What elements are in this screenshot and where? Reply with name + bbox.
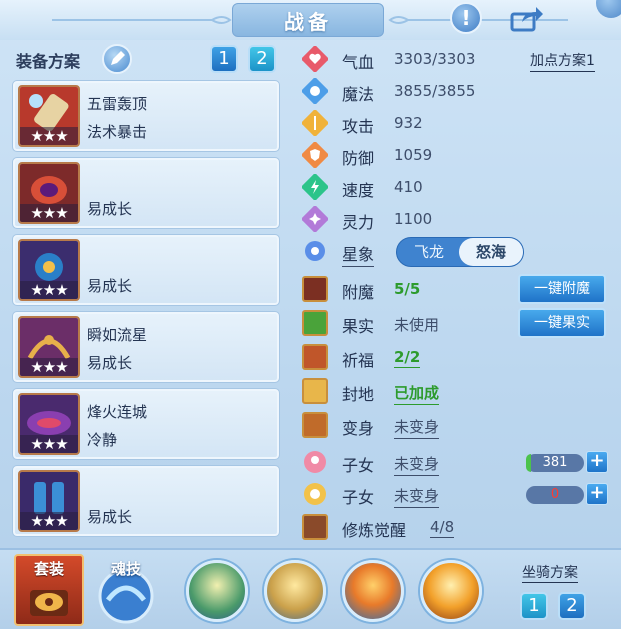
equipment-helmet-icon: ★★★ xyxy=(18,162,80,224)
skill-orb-2[interactable] xyxy=(264,560,326,622)
spirit-icon xyxy=(302,206,328,232)
page-title: 战备 xyxy=(232,3,384,37)
fruit-icon xyxy=(302,310,328,336)
star-rating: ★★★ xyxy=(20,512,78,530)
extra-transform: 变身 未变身 xyxy=(300,410,620,440)
child-add-button[interactable]: + xyxy=(586,483,608,505)
star-rating: ★★★ xyxy=(20,281,78,299)
stat-mp: 魔法 3855/3855 xyxy=(300,76,620,106)
plan-trait: 易成长 xyxy=(87,354,133,372)
skill-orb-4[interactable] xyxy=(420,560,482,622)
mount-scheme-button-1[interactable]: 1 xyxy=(520,592,548,620)
cultivation-icon xyxy=(302,514,328,540)
extra-bless: 祈福 2/2 xyxy=(300,342,620,372)
equipment-plan-4[interactable]: ★★★ 瞬如流星 易成长 xyxy=(12,311,280,383)
star-option-feilong[interactable]: 飞龙 xyxy=(397,238,461,266)
plan-trait: 易成长 xyxy=(87,277,133,295)
extra-child-2: 子女 未变身 0 + xyxy=(300,479,620,509)
extra-child-1: 子女 未变身 381 + xyxy=(300,447,620,477)
scheme-button-1[interactable]: 1 xyxy=(210,45,238,73)
title-bar: 战备 ! xyxy=(0,0,621,40)
skill-orb-1[interactable] xyxy=(186,560,248,622)
suit-button[interactable]: 套装 xyxy=(14,554,84,626)
plan-effect: 五雷轰顶 xyxy=(87,95,148,113)
shield-icon xyxy=(302,142,328,168)
plan-trait: 法术暴击 xyxy=(87,123,148,141)
soul-skill-button[interactable]: 魂技 xyxy=(94,556,158,624)
star-rating: ★★★ xyxy=(20,435,78,453)
equipment-armor-icon: ★★★ xyxy=(18,393,80,455)
equipment-necklace-icon: ★★★ xyxy=(18,239,80,301)
star-option-nuhai[interactable]: 怒海 xyxy=(459,238,523,266)
child-sun-icon xyxy=(304,483,326,505)
star-rating: ★★★ xyxy=(20,358,78,376)
extra-fruit: 果实 未使用 一键果实 xyxy=(300,308,620,338)
treasure-chest-icon xyxy=(30,590,68,616)
equipment-scheme-header: 装备方案 xyxy=(16,46,80,74)
stat-defense: 防御 1059 xyxy=(300,140,620,170)
stat-speed: 速度 410 xyxy=(300,172,620,202)
equipment-plan-list: ★★★ 五雷轰顶 法术暴击 ★★★ 易成长 ★★★ 易成长 ★★★ 瞬如流星 易… xyxy=(12,80,282,542)
equipment-plan-1[interactable]: ★★★ 五雷轰顶 法术暴击 xyxy=(12,80,280,152)
title-ornament-left-icon xyxy=(52,16,232,24)
pencil-icon xyxy=(111,51,125,65)
stat-attack: 攻击 932 xyxy=(300,108,620,138)
sword-icon xyxy=(302,110,328,136)
heart-icon xyxy=(302,46,328,72)
equipment-boots-icon: ★★★ xyxy=(18,470,80,532)
plan-trait: 易成长 xyxy=(87,508,133,526)
extra-cultivation: 修炼觉醒 4/8 xyxy=(300,512,620,542)
equipment-weapon-icon: ★★★ xyxy=(18,85,80,147)
child-counter: 381 xyxy=(526,454,584,472)
star-rating: ★★★ xyxy=(20,204,78,222)
equipment-plan-2[interactable]: ★★★ 易成长 xyxy=(12,157,280,229)
plan-trait: 冷静 xyxy=(87,431,118,449)
star-toggle[interactable]: 飞龙 怒海 xyxy=(396,237,524,267)
stat-star: 星象 飞龙 怒海 xyxy=(300,236,620,267)
point-plan-link[interactable]: 加点方案1 xyxy=(530,50,595,72)
child-add-button[interactable]: + xyxy=(586,451,608,473)
extra-enchant: 附魔 5/5 一键附魔 xyxy=(300,274,620,304)
plan-trait: 易成长 xyxy=(87,200,133,218)
equipment-plan-6[interactable]: ★★★ 易成长 xyxy=(12,465,280,537)
plan-effect: 瞬如流星 xyxy=(87,326,148,344)
land-icon xyxy=(302,378,328,404)
equipment-scheme-label: 装备方案 xyxy=(16,52,81,71)
plan-effect: 烽火连城 xyxy=(87,403,148,421)
lightning-icon xyxy=(302,174,328,200)
equipment-belt-icon: ★★★ xyxy=(18,316,80,378)
bless-icon xyxy=(302,344,328,370)
stat-hp: 气血 3303/3303 加点方案1 xyxy=(300,44,620,74)
skill-orb-3[interactable] xyxy=(342,560,404,622)
mana-icon xyxy=(302,78,328,104)
equipment-plan-3[interactable]: ★★★ 易成长 xyxy=(12,234,280,306)
mount-scheme-label[interactable]: 坐骑方案 xyxy=(522,562,578,583)
child-counter-fill xyxy=(526,454,531,472)
extra-land: 封地 已加成 xyxy=(300,376,620,406)
child-counter: 0 xyxy=(526,486,584,504)
one-click-fruit-button[interactable]: 一键果实 xyxy=(518,308,606,338)
scheme-button-2[interactable]: 2 xyxy=(248,45,276,73)
transform-icon xyxy=(302,412,328,438)
stat-spirit: 灵力 1100 xyxy=(300,204,620,234)
child-icon xyxy=(304,451,326,473)
mount-scheme-button-2[interactable]: 2 xyxy=(558,592,586,620)
equipment-plan-5[interactable]: ★★★ 烽火连城 冷静 xyxy=(12,388,280,460)
edit-scheme-button[interactable] xyxy=(102,44,132,74)
close-button[interactable] xyxy=(596,0,621,18)
star-sign-icon xyxy=(305,241,325,261)
one-click-enchant-button[interactable]: 一键附魔 xyxy=(518,274,606,304)
share-icon[interactable] xyxy=(510,6,544,32)
star-rating: ★★★ xyxy=(20,127,78,145)
help-button[interactable]: ! xyxy=(450,2,482,34)
enchant-icon xyxy=(302,276,328,302)
